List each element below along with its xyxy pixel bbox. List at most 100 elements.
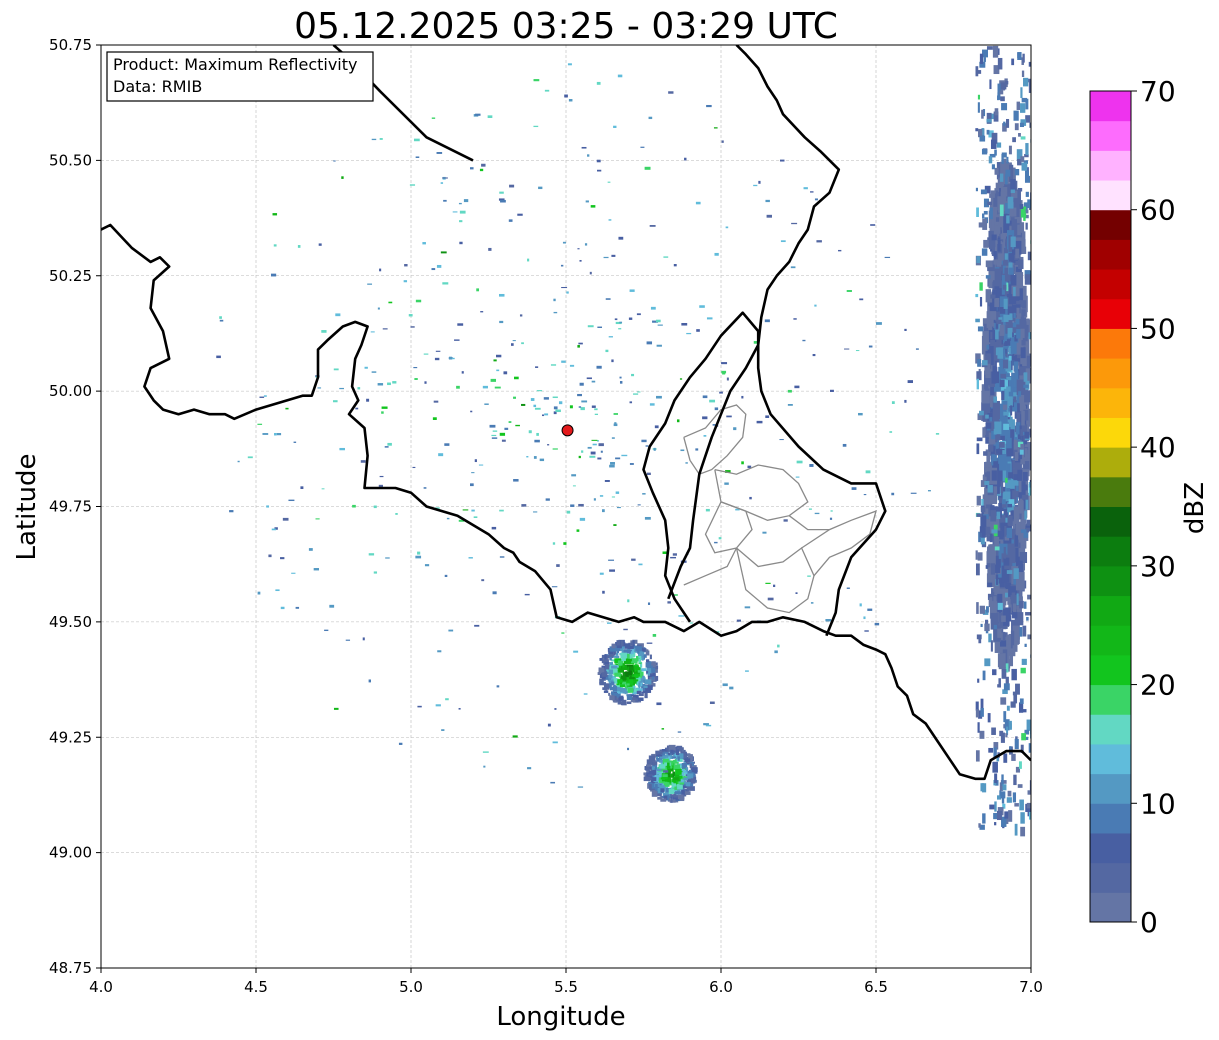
echo-pixel: [1030, 93, 1031, 98]
echo-pixel: [552, 741, 558, 744]
echo-pixel: [219, 319, 224, 322]
colorbar-bin: [1090, 565, 1131, 597]
echo-pixel: [571, 474, 577, 477]
echo-pixel: [577, 345, 580, 348]
echo-pixel: [978, 222, 983, 228]
echo-pixel: [995, 217, 1000, 222]
echo-pixel: [631, 654, 635, 658]
echo-pixel: [787, 389, 792, 393]
echo-pixel: [990, 510, 997, 522]
echo-pixel: [471, 472, 475, 474]
echo-pixel: [997, 95, 1000, 101]
echo-pixel: [1010, 405, 1013, 416]
echo-pixel: [647, 671, 651, 676]
echo-pixel: [652, 634, 657, 637]
echo-pixel: [579, 382, 584, 386]
echo-pixel: [618, 328, 622, 330]
echo-pixel: [437, 650, 442, 653]
echo-pixel: [1024, 510, 1027, 520]
echo-pixel: [514, 376, 519, 380]
echo-pixel: [663, 256, 669, 258]
echo-pixel: [1018, 391, 1022, 397]
echo-pixel: [521, 403, 526, 406]
echo-pixel: [657, 754, 663, 757]
echo-pixel: [614, 318, 618, 321]
echo-pixel: [979, 282, 983, 291]
echo-pixel: [1003, 711, 1007, 723]
echo-pixel: [633, 666, 640, 670]
colorbar-tick-label: 70: [1140, 75, 1176, 108]
echo-pixel: [1020, 156, 1025, 162]
echo-pixel: [975, 187, 978, 192]
colorbar-tick-label: 50: [1140, 312, 1176, 345]
echo-pixel: [592, 443, 597, 446]
echo-pixel: [1013, 287, 1016, 297]
echo-pixel: [366, 398, 370, 402]
echo-pixel: [986, 46, 993, 50]
echo-pixel: [660, 777, 668, 780]
echo-pixel: [219, 316, 222, 319]
echo-pixel: [993, 371, 1000, 384]
echo-pixel: [1006, 386, 1011, 392]
echo-pixel: [615, 491, 620, 494]
echo-pixel: [987, 201, 992, 206]
echo-pixel: [718, 537, 722, 540]
echo-pixel: [558, 401, 563, 405]
echo-pixel: [984, 623, 990, 632]
echo-pixel: [844, 348, 850, 350]
echo-pixel: [1005, 733, 1008, 738]
echo-pixel: [536, 432, 539, 436]
echo-pixel: [652, 663, 657, 666]
echo-pixel: [637, 651, 640, 654]
echo-pixel: [653, 447, 656, 451]
colorbar-tick-label: 30: [1140, 550, 1176, 583]
echo-pixel: [339, 447, 345, 451]
radar-site-marker: [561, 424, 574, 437]
echo-pixel: [629, 463, 634, 465]
echo-pixel: [988, 156, 993, 164]
echo-pixel: [318, 243, 322, 246]
echo-pixel: [594, 413, 599, 416]
echo-pixel: [985, 606, 989, 613]
echo-pixel: [491, 526, 497, 530]
echo-pixel: [1000, 96, 1005, 102]
echo-pixel: [1008, 472, 1014, 479]
echo-pixel: [621, 454, 628, 457]
echo-pixel: [1004, 253, 1008, 260]
echo-pixel: [995, 329, 999, 340]
y-tick-label: 50.25: [49, 267, 92, 285]
echo-pixel: [714, 407, 719, 411]
echo-pixel: [1000, 373, 1007, 379]
echo-pixel: [371, 138, 377, 141]
echo-pixel: [648, 116, 653, 120]
echo-pixel: [690, 783, 694, 787]
echo-pixel: [646, 341, 653, 345]
echo-pixel: [814, 198, 818, 201]
echo-pixel: [1011, 753, 1016, 761]
echo-pixel: [482, 751, 489, 753]
echo-pixel: [1014, 535, 1019, 547]
echo-pixel: [474, 459, 477, 463]
echo-pixel: [1020, 529, 1027, 533]
echo-pixel: [621, 646, 625, 649]
echo-pixel: [649, 403, 655, 406]
echo-pixel: [633, 393, 639, 395]
echo-pixel: [297, 245, 301, 248]
colorbar-tick-label: 0: [1140, 906, 1158, 939]
echo-pixel: [367, 283, 373, 285]
echo-pixel: [584, 243, 588, 246]
map-plot-area[interactable]: Product: Maximum Reflectivity Data: RMIB: [100, 44, 1036, 969]
echo-pixel: [1024, 431, 1030, 439]
echo-pixel: [680, 449, 685, 452]
echo-pixel: [1004, 526, 1007, 537]
echo-pixel: [637, 504, 641, 506]
echo-pixel: [568, 99, 573, 102]
echo-pixel: [646, 472, 651, 476]
echo-pixel: [602, 509, 605, 513]
echo-pixel: [1000, 481, 1004, 493]
echo-pixel: [508, 219, 513, 222]
echo-pixel: [624, 643, 630, 649]
echo-pixel: [608, 219, 612, 221]
echo-pixel: [980, 783, 984, 792]
echo-pixel: [672, 756, 677, 759]
